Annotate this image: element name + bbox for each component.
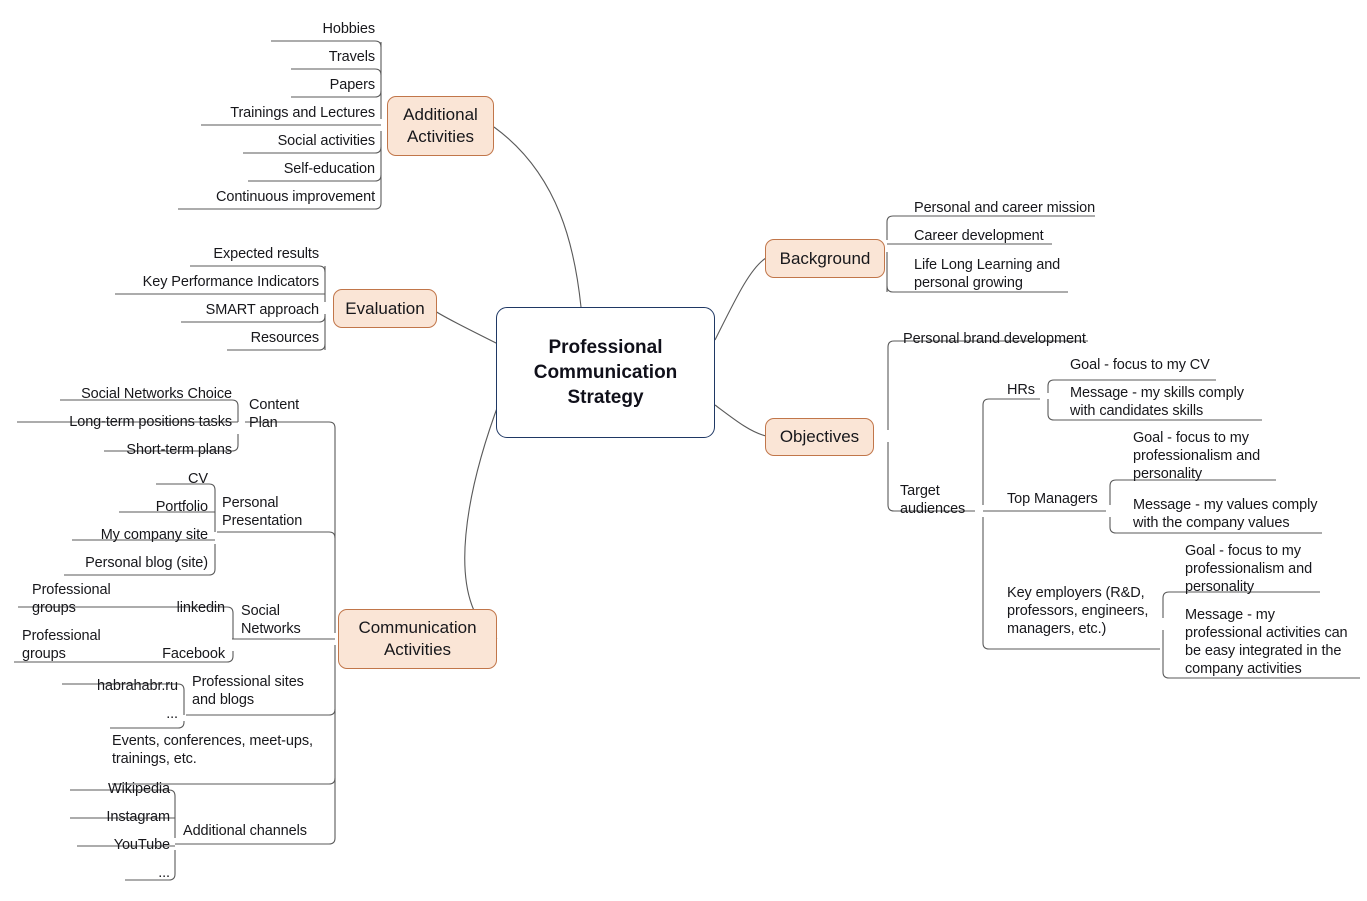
leaf-portfolio[interactable]: Portfolio <box>40 498 208 516</box>
leaf-personal-brand-development[interactable]: Personal brand development <box>903 330 1163 348</box>
branch-evaluation-label: Evaluation <box>345 298 425 318</box>
branch-additional-activities-label: Additional Activities <box>403 105 478 146</box>
leaf-instagram[interactable]: Instagram <box>30 808 170 826</box>
leaf-professional-sites-more[interactable]: ... <box>40 705 178 723</box>
leaf-youtube[interactable]: YouTube <box>30 836 170 854</box>
branch-evaluation[interactable]: Evaluation <box>333 289 437 328</box>
node-additional-channels[interactable]: Additional channels <box>183 822 343 840</box>
leaf-continuous-improvement[interactable]: Continuous improvement <box>165 188 375 206</box>
leaf-habrahabr[interactable]: habrahabr.ru <box>40 677 178 695</box>
leaf-hrs-message[interactable]: Message - my skills comply with candidat… <box>1070 384 1295 420</box>
leaf-short-term-plans[interactable]: Short-term plans <box>60 441 232 459</box>
branch-background-label: Background <box>779 248 871 268</box>
leaf-top-managers-goal[interactable]: Goal - focus to my professionalism and p… <box>1133 429 1303 483</box>
node-personal-presentation[interactable]: Personal Presentation <box>222 494 332 530</box>
leaf-smart-approach[interactable]: SMART approach <box>139 301 319 319</box>
leaf-expected-results[interactable]: Expected results <box>139 245 319 263</box>
branch-background[interactable]: Background <box>765 239 885 278</box>
leaf-self-education[interactable]: Self-education <box>175 160 375 178</box>
node-social-networks[interactable]: Social Networks <box>241 602 331 638</box>
leaf-linkedin-professional-groups[interactable]: Professional groups <box>32 581 127 617</box>
leaf-travels[interactable]: Travels <box>195 48 375 66</box>
leaf-life-long-learning[interactable]: Life Long Learning and personal growing <box>914 256 1094 292</box>
leaf-personal-and-career-mission[interactable]: Personal and career mission <box>914 199 1174 217</box>
leaf-hrs-goal[interactable]: Goal - focus to my CV <box>1070 356 1290 374</box>
leaf-social-activities[interactable]: Social activities <box>175 132 376 150</box>
leaf-key-performance-indicators[interactable]: Key Performance Indicators <box>119 273 319 291</box>
leaf-career-development[interactable]: Career development <box>914 227 1174 245</box>
node-hrs[interactable]: HRs <box>1007 381 1067 399</box>
leaf-long-term-positions-tasks[interactable]: Long-term positions tasks <box>30 413 232 431</box>
leaf-cv[interactable]: CV <box>40 470 208 488</box>
branch-objectives[interactable]: Objectives <box>765 418 874 456</box>
branch-objectives-label: Objectives <box>779 427 860 446</box>
leaf-resources[interactable]: Resources <box>139 329 320 347</box>
leaf-social-networks-choice[interactable]: Social Networks Choice <box>40 385 232 403</box>
node-key-employers[interactable]: Key employers (R&D, professors, engineer… <box>1007 584 1157 638</box>
leaf-top-managers-message[interactable]: Message - my values comply with the comp… <box>1133 496 1333 532</box>
branch-communication-activities[interactable]: Communication Activities <box>338 609 497 669</box>
center-node[interactable]: Professional Communication Strategy <box>496 307 715 438</box>
leaf-wikipedia[interactable]: Wikipedia <box>30 780 170 798</box>
leaf-papers[interactable]: Papers <box>195 76 375 94</box>
node-professional-sites-and-blogs[interactable]: Professional sites and blogs <box>192 673 332 709</box>
leaf-trainings-and-lectures[interactable]: Trainings and Lectures <box>175 104 375 122</box>
leaf-hobbies[interactable]: Hobbies <box>195 20 376 38</box>
leaf-additional-channels-more[interactable]: ... <box>30 864 170 882</box>
branch-additional-activities[interactable]: Additional Activities <box>387 96 494 156</box>
node-top-managers[interactable]: Top Managers <box>1007 490 1117 508</box>
leaf-my-company-site[interactable]: My company site <box>40 526 208 544</box>
mindmap-canvas: Professional Communication Strategy Addi… <box>0 0 1367 901</box>
leaf-personal-blog-site[interactable]: Personal blog (site) <box>40 554 208 572</box>
leaf-key-employers-message[interactable]: Message - my professional activities can… <box>1185 606 1360 678</box>
node-facebook[interactable]: Facebook <box>120 645 225 663</box>
node-target-audiences[interactable]: Target audiences <box>900 482 990 518</box>
node-content-plan[interactable]: Content Plan <box>249 396 339 432</box>
leaf-key-employers-goal[interactable]: Goal - focus to my professionalism and p… <box>1185 542 1355 596</box>
center-node-label: Professional Communication Strategy <box>533 337 678 408</box>
branch-communication-activities-label: Communication Activities <box>358 618 477 659</box>
leaf-facebook-professional-groups[interactable]: Professional groups <box>22 627 117 663</box>
node-linkedin[interactable]: linkedin <box>120 599 225 617</box>
leaf-events-conferences[interactable]: Events, conferences, meet-ups, trainings… <box>112 732 337 768</box>
